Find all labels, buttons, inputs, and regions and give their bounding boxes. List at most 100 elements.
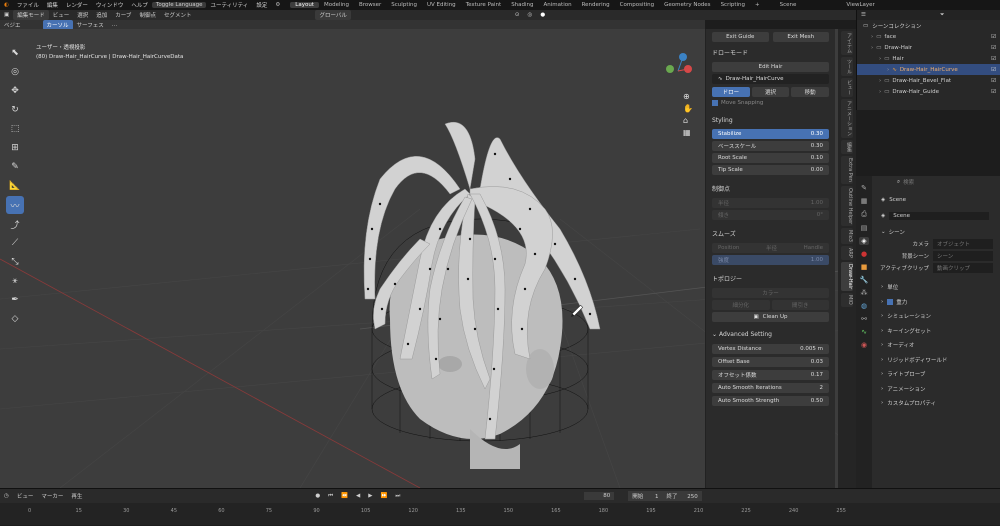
draw-tool-icon[interactable]: 〰 <box>6 196 24 214</box>
workspace-tab-rendering[interactable]: Rendering <box>577 2 615 8</box>
properties-search[interactable]: ⌕ 検索 <box>857 176 1000 188</box>
scale-tool-icon[interactable]: ⬚ <box>6 120 24 138</box>
view-layer-selector[interactable]: ViewLayer <box>841 2 879 8</box>
menu-window[interactable]: ウィンドウ <box>92 1 128 9</box>
workspace-tab-modeling[interactable]: Modeling <box>319 2 354 8</box>
advanced-field[interactable]: Vertex Distance 0.005 m <box>712 344 829 354</box>
toggle-language-button[interactable]: Toggle Language <box>151 2 207 8</box>
workspace-tab-texture-paint[interactable]: Texture Paint <box>461 2 507 8</box>
exit-mesh-button[interactable]: Exit Mesh <box>772 32 829 42</box>
menu-settings[interactable]: 設定 <box>252 1 271 9</box>
outliner-item[interactable]: › ∿ Draw-Hair_HairCurve ☑ <box>857 64 1000 75</box>
control-field[interactable]: 傾き 0° <box>712 210 829 220</box>
scene-selector[interactable]: Scene <box>775 2 802 8</box>
object-properties-icon[interactable]: ■ <box>861 263 868 271</box>
cursor-option[interactable]: カーソル <box>42 19 73 30</box>
control-field[interactable]: 半径 1.00 <box>712 198 829 208</box>
expand-arrow-icon[interactable]: › <box>879 78 881 84</box>
sidebar-tab[interactable]: 編集 <box>841 140 853 154</box>
properties-section[interactable]: › キーイングセット <box>857 324 1000 339</box>
physics-properties-icon[interactable]: ◍ <box>861 302 867 310</box>
expand-arrow-icon[interactable]: › <box>879 89 881 95</box>
material-properties-icon[interactable]: ◉ <box>861 341 867 349</box>
properties-section[interactable]: › アニメーション <box>857 382 1000 397</box>
modifier-properties-icon[interactable]: 🔧 <box>860 276 869 284</box>
properties-section[interactable]: › 重力 <box>857 295 1000 310</box>
sidebar-tab[interactable]: Draw-Hair <box>841 261 853 292</box>
menu-control-points[interactable]: 制御点 <box>135 10 160 20</box>
menu-utility[interactable]: ユーティリティ <box>206 1 252 9</box>
exit-guide-button[interactable]: Exit Guide <box>712 32 769 42</box>
smooth-strength-field[interactable]: 強度 1.00 <box>712 255 829 265</box>
constraints-properties-icon[interactable]: ⚯ <box>861 315 867 323</box>
camera-view-icon[interactable]: ⌂ <box>683 116 693 125</box>
world-properties-icon[interactable]: ● <box>861 250 867 258</box>
move-snapping-checkbox[interactable]: Move Snapping <box>712 100 829 106</box>
select-mode-button[interactable]: 選択 <box>751 87 790 97</box>
mode-selector[interactable]: 編集モード <box>13 10 49 20</box>
styling-field[interactable]: Tip Scale 0.00 <box>712 165 829 175</box>
gravity-checkbox-icon[interactable] <box>887 298 894 305</box>
sidebar-tab[interactable]: Outline Helper <box>841 185 853 227</box>
advanced-field[interactable]: Offset Base 0.03 <box>712 357 829 367</box>
menu-render[interactable]: レンダー <box>62 1 92 9</box>
menu-help[interactable]: ヘルプ <box>127 1 152 9</box>
menu-segments[interactable]: セグメント <box>160 10 196 20</box>
sidebar-tab[interactable]: アイテム <box>841 31 853 55</box>
pan-hand-icon[interactable]: ✋ <box>683 104 693 113</box>
workspace-tab-shading[interactable]: Shading <box>506 2 538 8</box>
workspace-tab-browser[interactable]: Browser <box>354 2 386 8</box>
advanced-setting-title[interactable]: ⌄ Advanced Setting <box>706 328 835 341</box>
visibility-checkbox-icon[interactable]: ☑ <box>991 89 996 95</box>
rotate-tool-icon[interactable]: ↻ <box>6 101 24 119</box>
snap-icon[interactable]: ⊙ <box>511 11 524 19</box>
decimate-button[interactable]: 間引き <box>771 300 829 310</box>
menu-view[interactable]: ビュー <box>49 10 74 20</box>
visibility-checkbox-icon[interactable]: ☑ <box>991 34 996 40</box>
transform-tool-icon[interactable]: ⊞ <box>6 139 24 157</box>
visibility-checkbox-icon[interactable]: ☑ <box>991 45 996 51</box>
visibility-checkbox-icon[interactable]: ☑ <box>991 56 996 62</box>
measure-tool-icon[interactable]: 📐 <box>6 177 24 195</box>
zoom-icon[interactable]: ⊕ <box>683 92 693 101</box>
draw-mode-button[interactable]: ドロー <box>712 87 750 97</box>
filter-icon[interactable]: ⏷ <box>940 12 944 19</box>
workspace-tab-compositing[interactable]: Compositing <box>615 2 659 8</box>
properties-section[interactable]: › シミュレーション <box>857 309 1000 324</box>
advanced-field[interactable]: Auto Smooth Strength 0.50 <box>712 396 829 406</box>
data-properties-icon[interactable]: ∿ <box>861 328 867 336</box>
sidebar-tab[interactable]: アニメーション <box>841 99 853 138</box>
topology-button-1[interactable]: カラー <box>712 288 829 298</box>
smooth-options[interactable]: Position 半径 Handle <box>712 243 829 253</box>
object-field[interactable]: ∿ Draw-Hair_HairCurve <box>712 74 829 84</box>
menu-select[interactable]: 選択 <box>73 10 92 20</box>
add-workspace-icon[interactable]: + <box>750 2 765 8</box>
surface-option[interactable]: サーフェス <box>73 20 108 30</box>
workspace-tab-sculpting[interactable]: Sculpting <box>386 2 422 8</box>
blender-logo-icon[interactable]: ◐ <box>0 2 13 8</box>
expand-arrow-icon[interactable]: › <box>871 45 873 51</box>
select-tool-icon[interactable]: ⬉ <box>6 44 24 62</box>
sidebar-tab[interactable]: Mio3 <box>841 228 853 245</box>
expand-arrow-icon[interactable]: › <box>887 67 889 73</box>
pen-tool-icon[interactable]: ✒ <box>6 291 24 309</box>
sidebar-tab[interactable]: ARP <box>841 246 853 260</box>
styling-field[interactable]: ベーススケール 0.30 <box>712 141 829 151</box>
outliner-item[interactable]: › ▭ Hair ☑ <box>857 53 1000 64</box>
gear-icon[interactable]: ⚙ <box>271 2 284 8</box>
sidebar-tab[interactable]: ツール <box>841 57 853 76</box>
properties-section[interactable]: › カスタムプロパティ <box>857 396 1000 411</box>
menu-file[interactable]: ファイル <box>13 1 43 9</box>
extrude-tool-icon[interactable]: ⤴ <box>6 215 24 233</box>
edit-hair-button[interactable]: Edit Hair <box>712 62 829 72</box>
scene-properties-icon[interactable]: ◈ <box>859 237 869 245</box>
outliner-item[interactable]: › ▭ Draw-Hair_Guide ☑ <box>857 86 1000 97</box>
move-tool-icon[interactable]: ✥ <box>6 82 24 100</box>
stroke-type-selector[interactable]: ベジエ <box>0 20 25 30</box>
tool-properties-icon[interactable]: ✎ <box>861 184 867 192</box>
workspace-tab-layout[interactable]: Layout <box>290 2 319 8</box>
outliner-item[interactable]: › ▭ face ☑ <box>857 31 1000 42</box>
workspace-tab-scripting[interactable]: Scripting <box>716 2 750 8</box>
subdivide-button[interactable]: 細分化 <box>712 300 770 310</box>
properties-section[interactable]: › 単位 <box>857 280 1000 295</box>
